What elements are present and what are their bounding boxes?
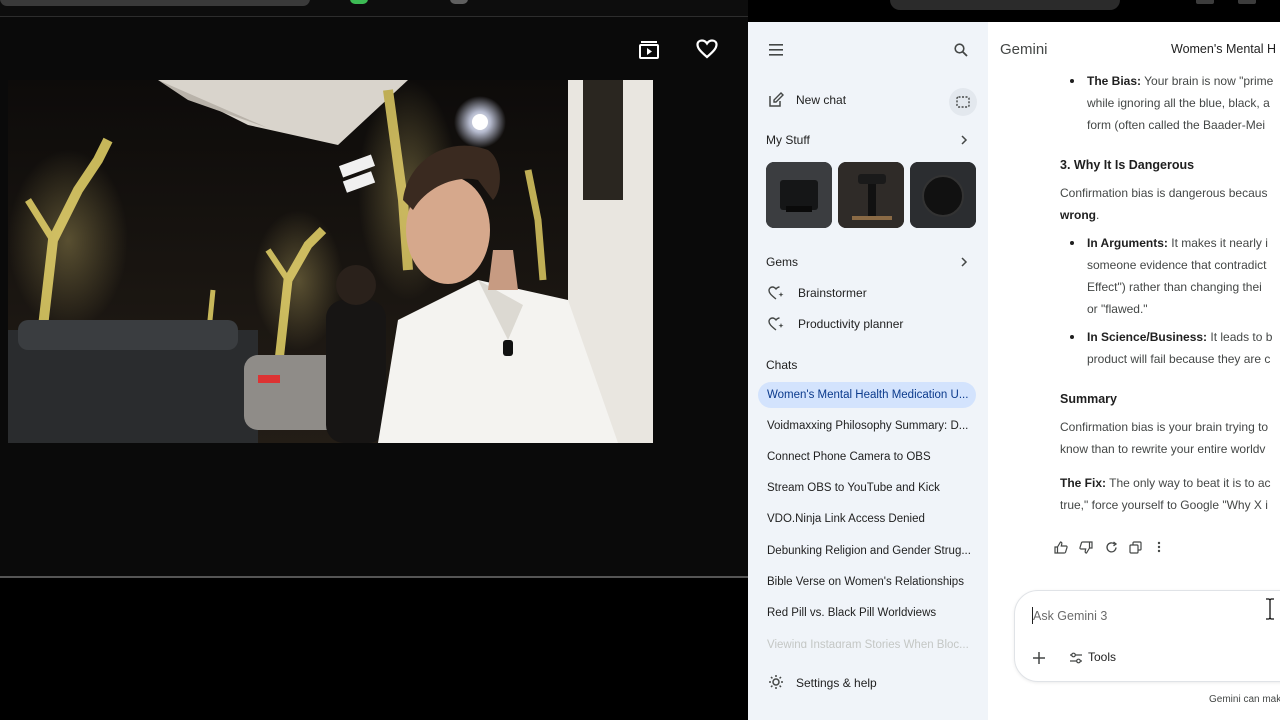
- response-line: In Arguments: It makes it nearly i: [1087, 232, 1268, 254]
- menu-icon[interactable]: [1238, 0, 1256, 4]
- my-stuff-heading[interactable]: My Stuff: [766, 133, 810, 147]
- gem-productivity-planner[interactable]: Productivity planner: [798, 317, 903, 331]
- thumbs-up-icon[interactable]: [1052, 538, 1070, 556]
- danger-line1: Confirmation bias is dangerous becaus: [1060, 186, 1268, 200]
- bias-label: The Bias:: [1087, 74, 1142, 88]
- video-player-pane: [0, 16, 748, 720]
- gem-brainstormer[interactable]: Brainstormer: [798, 286, 867, 300]
- arguments-line1: It makes it nearly i: [1171, 236, 1268, 250]
- video-still: [8, 80, 653, 443]
- temporary-chat-icon[interactable]: [949, 88, 977, 116]
- bias-line1: Your brain is now "prime: [1144, 74, 1274, 88]
- my-stuff-thumbnail[interactable]: [910, 162, 976, 228]
- chat-item[interactable]: Red Pill vs. Black Pill Worldviews: [758, 600, 976, 626]
- settings-help-button[interactable]: Settings & help: [796, 676, 877, 690]
- chat-item[interactable]: Connect Phone Camera to OBS: [758, 444, 976, 470]
- bullet: [1070, 241, 1074, 245]
- gem-icon: [764, 281, 788, 305]
- video-frame[interactable]: [8, 80, 653, 443]
- summary-line1: Confirmation bias is your brain trying t…: [1060, 420, 1269, 434]
- bullet: [1070, 79, 1074, 83]
- summary-heading: Summary: [1060, 392, 1117, 406]
- screen: New chat My Stuff Gems Brainstormer Prod…: [0, 0, 1280, 720]
- heart-icon[interactable]: [693, 35, 721, 63]
- gem-icon: [764, 312, 788, 336]
- chevron-right-icon[interactable]: [952, 250, 976, 274]
- menu-icon[interactable]: [764, 38, 788, 62]
- thumbs-down-icon[interactable]: [1077, 538, 1095, 556]
- conversation-title[interactable]: Women's Mental H: [1171, 42, 1276, 56]
- danger-line2: wrong: [1060, 208, 1096, 222]
- empty-area: [0, 578, 748, 720]
- disclaimer-text: Gemini can mak: [1209, 694, 1280, 705]
- gemini-window: New chat My Stuff Gems Brainstormer Prod…: [748, 22, 1280, 720]
- sidebar: New chat My Stuff Gems Brainstormer Prod…: [748, 22, 988, 720]
- prompt-input[interactable]: Ask Gemini 3 Tools: [1014, 590, 1280, 682]
- response-line: wrong.: [1060, 208, 1100, 222]
- gems-heading[interactable]: Gems: [766, 255, 798, 269]
- bullet: [1070, 335, 1074, 339]
- chat-item[interactable]: Stream OBS to YouTube and Kick: [758, 475, 976, 501]
- response-line: In Science/Business: It leads to b: [1087, 326, 1272, 348]
- my-stuff-thumbnail[interactable]: [766, 162, 832, 228]
- browser-tab[interactable]: [0, 0, 310, 6]
- science-label: In Science/Business:: [1087, 330, 1208, 344]
- arguments-line4: or "flawed.": [1087, 302, 1148, 316]
- app-title[interactable]: Gemini: [1000, 41, 1048, 58]
- fix-label: The Fix:: [1060, 476, 1107, 490]
- new-chat-button[interactable]: New chat: [796, 93, 846, 107]
- science-line2: product will fail because they are c: [1087, 352, 1271, 366]
- fix-line1: The only way to beat it is to ac: [1109, 476, 1271, 490]
- arguments-line2: someone evidence that contradict: [1087, 258, 1267, 272]
- search-icon[interactable]: [949, 38, 973, 62]
- chevron-right-icon[interactable]: [952, 128, 976, 152]
- my-stuff-thumbnail[interactable]: [838, 162, 904, 228]
- text-cursor-icon: [1266, 598, 1274, 620]
- tab-indicator: [350, 0, 368, 4]
- bias-line2: while ignoring all the blue, black, a: [1087, 96, 1270, 110]
- browser-toolbar: [748, 0, 1280, 22]
- chat-item[interactable]: Bible Verse on Women's Relationships: [758, 569, 976, 595]
- tab-indicator: [450, 0, 468, 4]
- bias-line3: form (often called the Baader-Mei: [1087, 118, 1266, 132]
- settings-icon[interactable]: [764, 670, 788, 694]
- tools-icon[interactable]: [1069, 651, 1083, 665]
- prompt-placeholder: Ask Gemini 3: [1033, 609, 1108, 623]
- response-line: The Fix: The only way to beat it is to a…: [1060, 472, 1271, 494]
- divider: [0, 16, 748, 17]
- chat-item[interactable]: Viewing Instagram Stories When Bloc...: [758, 632, 976, 648]
- address-bar[interactable]: [890, 0, 1120, 10]
- response-line: The Bias: Your brain is now "prime: [1087, 70, 1273, 92]
- arguments-line3: Effect") rather than changing thei: [1087, 280, 1262, 294]
- regenerate-icon[interactable]: [1102, 538, 1120, 556]
- playlist-icon[interactable]: [635, 35, 663, 63]
- section-heading: 3. Why It Is Dangerous: [1060, 158, 1195, 172]
- chat-item[interactable]: Voidmaxxing Philosophy Summary: D...: [758, 413, 976, 439]
- chat-item[interactable]: VDO.Ninja Link Access Denied: [758, 506, 976, 532]
- chats-heading: Chats: [766, 358, 798, 372]
- summary-line2: know than to rewrite your entire worldv: [1060, 442, 1266, 456]
- more-options-icon[interactable]: [1150, 538, 1168, 556]
- copy-icon[interactable]: [1126, 538, 1144, 556]
- chat-item[interactable]: Women's Mental Health Medication U...: [758, 382, 976, 408]
- chat-item[interactable]: Debunking Religion and Gender Strug...: [758, 538, 976, 564]
- new-chat-icon[interactable]: [764, 88, 788, 112]
- tools-button[interactable]: Tools: [1088, 650, 1116, 664]
- fix-line2: true," force yourself to Google "Why X i: [1060, 498, 1268, 512]
- main-panel: Gemini Women's Mental H The Bias: Your b…: [988, 22, 1280, 720]
- arguments-label: In Arguments:: [1087, 236, 1168, 250]
- science-line1: It leads to b: [1210, 330, 1273, 344]
- add-icon[interactable]: [1032, 651, 1046, 665]
- profile-icon[interactable]: [1196, 0, 1214, 4]
